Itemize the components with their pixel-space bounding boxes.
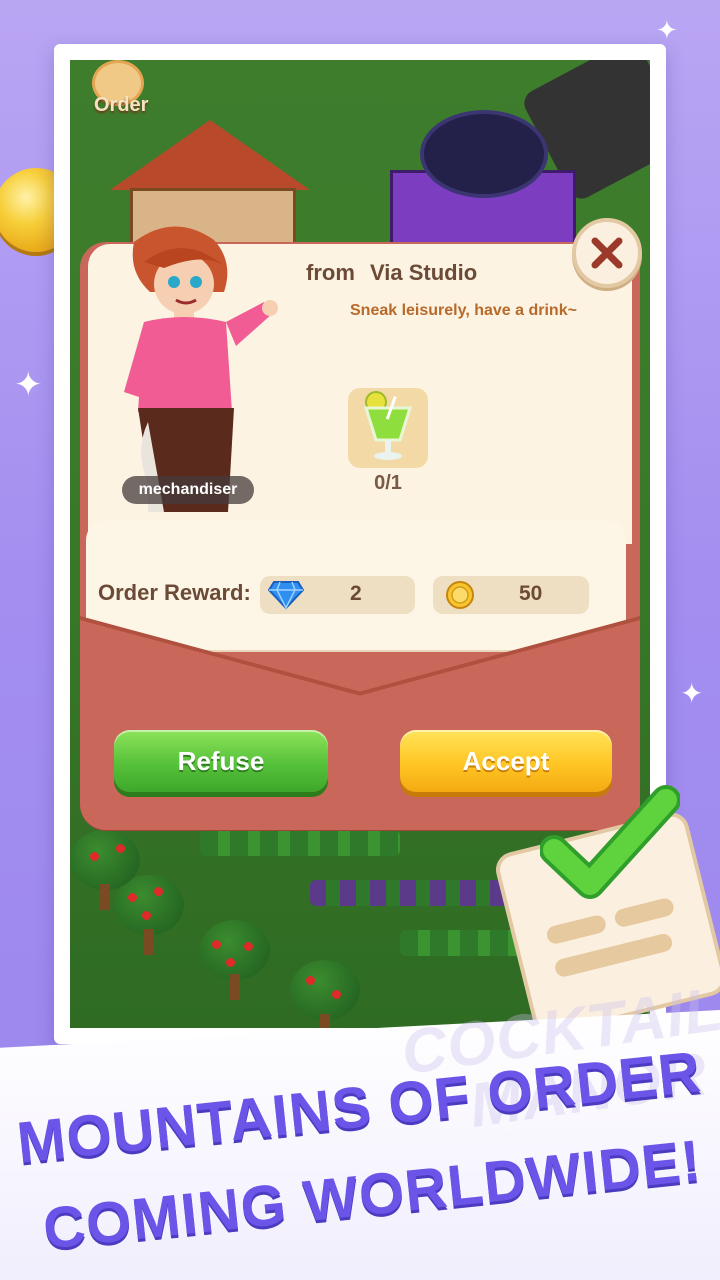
cocktail-icon <box>363 391 413 460</box>
screen: { "scene": { "order_button_label": "Orde… <box>0 0 720 1280</box>
item-progress: 0/1 <box>374 472 402 494</box>
apple-tree <box>70 830 140 910</box>
diamond-reward-value: 2 <box>350 582 362 605</box>
diamond-icon <box>268 581 304 610</box>
from-label: from <box>306 260 355 285</box>
close-icon <box>591 237 623 269</box>
requested-item-slot[interactable] <box>348 388 428 468</box>
sparkle-icon: ✦ <box>680 677 704 710</box>
order-subtitle: Sneak leisurely, have a drink~ <box>350 302 577 319</box>
apple-tree <box>290 960 360 1028</box>
coin-reward: 50 <box>433 576 589 614</box>
diamond-reward: 2 <box>260 576 415 614</box>
reward-label: Order Reward: <box>98 580 251 605</box>
sender-name: Via Studio <box>370 260 478 285</box>
coin-icon <box>446 581 474 609</box>
sparkle-icon: ✦ <box>656 16 678 46</box>
refuse-button[interactable]: Refuse <box>114 730 328 792</box>
order-button[interactable]: Order <box>80 60 150 122</box>
checkmark-icon <box>540 785 680 899</box>
order-button-label: Order <box>94 94 149 116</box>
sparkle-icon: ✦ <box>14 365 43 405</box>
crop-row <box>200 830 400 856</box>
apple-tree <box>200 920 270 1000</box>
character-name-tag: mechandiser <box>122 476 254 504</box>
coin-reward-value: 50 <box>519 582 543 605</box>
cocktail-shop <box>380 100 580 250</box>
close-button[interactable] <box>572 218 642 288</box>
